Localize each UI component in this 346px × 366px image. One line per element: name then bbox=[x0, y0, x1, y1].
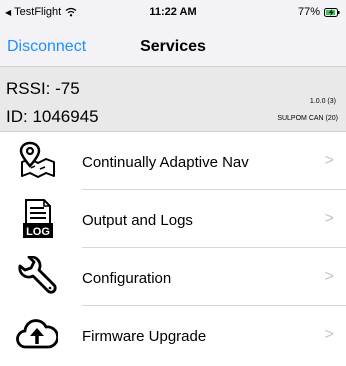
rssi-value: RSSI: -75 bbox=[6, 79, 80, 98]
service-label: Output and Logs bbox=[82, 212, 193, 229]
map-pin-icon bbox=[19, 141, 55, 178]
device-info-panel: RSSI: -75 ID: 1046945 1.0.0 (3) SULPOM C… bbox=[0, 66, 346, 132]
chevron-right-icon: > bbox=[324, 152, 334, 169]
service-label: Continually Adaptive Nav bbox=[82, 154, 249, 171]
services-list: Continually Adaptive Nav > LOG Output an… bbox=[0, 132, 346, 364]
device-id: ID: 1046945 bbox=[6, 107, 99, 126]
service-label: Firmware Upgrade bbox=[82, 328, 207, 345]
svg-text:LOG: LOG bbox=[26, 226, 50, 238]
cloud-upload-icon bbox=[16, 319, 58, 349]
service-item-output-and-logs[interactable]: LOG Output and Logs > bbox=[0, 190, 346, 248]
status-bar: ◀ TestFlight 11:22 AM 77% bbox=[0, 0, 346, 22]
battery-percent: 77% bbox=[297, 6, 320, 18]
page-title: Services bbox=[140, 38, 206, 55]
battery-status: 77% bbox=[298, 6, 340, 18]
status-time: 11:22 AM bbox=[149, 6, 197, 18]
service-item-firmware-upgrade[interactable]: Firmware Upgrade > bbox=[0, 306, 346, 364]
service-item-configuration[interactable]: Configuration > bbox=[0, 248, 346, 306]
chevron-right-icon: > bbox=[324, 326, 334, 343]
wrench-icon bbox=[18, 256, 57, 294]
service-label: Configuration bbox=[82, 270, 172, 287]
chevron-right-icon: > bbox=[324, 210, 334, 227]
navigation-bar: Disconnect Services bbox=[0, 30, 346, 64]
chevron-right-icon: > bbox=[324, 268, 334, 285]
log-document-icon: LOG bbox=[23, 199, 53, 238]
firmware-version: 1.0.0 (3) bbox=[309, 98, 336, 105]
top-bar: ◀ TestFlight 11:22 AM 77% Disconnect Ser… bbox=[0, 0, 346, 66]
battery-charging-icon bbox=[324, 7, 340, 17]
service-item-continually-adaptive-nav[interactable]: Continually Adaptive Nav > bbox=[0, 132, 346, 190]
hardware-name: SULPOM CAN (20) bbox=[277, 115, 338, 122]
